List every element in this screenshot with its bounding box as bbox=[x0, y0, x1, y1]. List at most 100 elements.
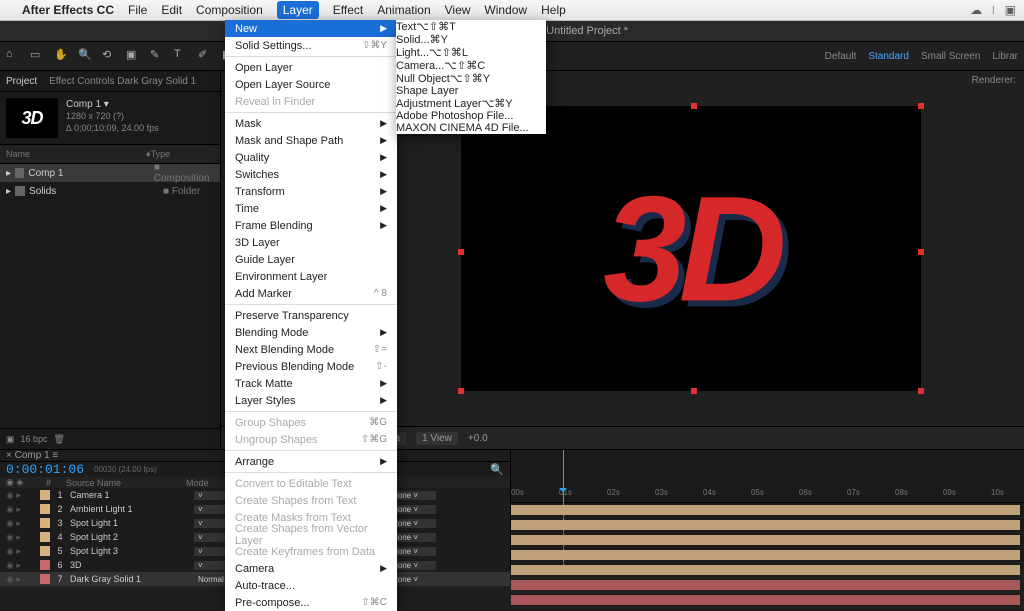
track[interactable] bbox=[511, 548, 1024, 563]
project-item[interactable]: ▸Comp 1■ Composition bbox=[0, 164, 220, 182]
timecode[interactable]: 0:00:01:06 bbox=[6, 462, 84, 477]
menu-edit[interactable]: Edit bbox=[161, 3, 182, 17]
workspace-default[interactable]: Default bbox=[825, 51, 857, 62]
mac-menubar: After Effects CC File Edit Composition Laye… bbox=[0, 0, 1024, 21]
menu-help[interactable]: Help bbox=[541, 3, 566, 17]
submenu-item[interactable]: MAXON CINEMA 4D File... bbox=[396, 122, 546, 134]
3d-artwork: 3D bbox=[603, 162, 779, 335]
pen-tool-icon[interactable]: ✎ bbox=[150, 48, 166, 64]
comp-thumbnail: 3D bbox=[6, 98, 58, 138]
wifi-icon[interactable]: ⧘ bbox=[992, 3, 995, 18]
menu-item[interactable]: Arrange▶ bbox=[225, 453, 397, 470]
track[interactable] bbox=[511, 578, 1024, 593]
battery-icon[interactable]: ▣ bbox=[1005, 3, 1016, 17]
submenu-item[interactable]: Adjustment Layer⌥⌘Y bbox=[396, 97, 546, 110]
menu-item[interactable]: Transform▶ bbox=[225, 183, 397, 200]
cloud-icon[interactable]: ☁︎ bbox=[970, 3, 982, 17]
menu-item[interactable]: Time▶ bbox=[225, 200, 397, 217]
comp-info: Comp 1 ▾ 1280 x 720 (?) ∆ 0;00;10;09, 24… bbox=[66, 98, 159, 138]
workspace-libraries[interactable]: Librar bbox=[992, 51, 1018, 62]
tab-effect-controls[interactable]: Effect Controls Dark Gray Solid 1 bbox=[49, 76, 196, 87]
zoom-tool-icon[interactable]: 🔍 bbox=[78, 48, 94, 64]
menu-item[interactable]: Track Matte▶ bbox=[225, 375, 397, 392]
menu-item[interactable]: Solid Settings...⇧⌘Y bbox=[225, 37, 397, 54]
menu-item[interactable]: Open Layer Source bbox=[225, 76, 397, 93]
submenu-item[interactable]: Camera...⌥⇧⌘C bbox=[396, 59, 546, 72]
text-tool-icon[interactable]: T bbox=[174, 48, 190, 64]
menu-item: Create Keyframes from Data bbox=[225, 543, 397, 560]
submenu-item[interactable]: Solid...⌘Y bbox=[396, 33, 546, 46]
menu-item[interactable]: Switches▶ bbox=[225, 166, 397, 183]
menu-item[interactable]: Mask▶ bbox=[225, 115, 397, 132]
menu-effect[interactable]: Effect bbox=[333, 3, 363, 17]
menu-layer[interactable]: Layer bbox=[277, 1, 319, 19]
menu-item[interactable]: Mask and Shape Path▶ bbox=[225, 132, 397, 149]
track[interactable] bbox=[511, 563, 1024, 578]
brush-tool-icon[interactable]: ✐ bbox=[198, 48, 214, 64]
track[interactable] bbox=[511, 518, 1024, 533]
menu-item[interactable]: Add Marker^ 8 bbox=[225, 285, 397, 302]
hand-tool-icon[interactable]: ✋ bbox=[54, 48, 70, 64]
menu-item[interactable]: Layer Styles▶ bbox=[225, 392, 397, 409]
tab-project[interactable]: Project bbox=[6, 76, 37, 87]
workspace-standard[interactable]: Standard bbox=[868, 51, 909, 62]
menu-composition[interactable]: Composition bbox=[196, 3, 263, 17]
track[interactable] bbox=[511, 533, 1024, 548]
left-panel-tabs: Project Effect Controls Dark Gray Solid … bbox=[0, 71, 220, 92]
project-footer: ▣ 16 bpc 🗑 bbox=[0, 428, 220, 449]
exposure-value[interactable]: +0.0 bbox=[468, 433, 488, 444]
submenu-item[interactable]: Adobe Photoshop File... bbox=[396, 110, 546, 122]
camera-tool-icon[interactable]: ▣ bbox=[126, 48, 142, 64]
timecode-sub: 00030 (24.00 fps) bbox=[94, 465, 157, 474]
submenu-item[interactable]: Shape Layer bbox=[396, 85, 546, 97]
layer-menu-dropdown: New▶Solid Settings...⇧⌘Y Open LayerOpen L… bbox=[225, 20, 397, 611]
menu-item[interactable]: Auto-trace... bbox=[225, 577, 397, 594]
submenu-item[interactable]: Light...⌥⇧⌘L bbox=[396, 46, 546, 59]
menu-item[interactable]: Environment Layer bbox=[225, 268, 397, 285]
bpc-toggle[interactable]: 16 bpc bbox=[21, 434, 48, 444]
tab-timeline[interactable]: × Comp 1 ≡ bbox=[6, 450, 58, 461]
layer-new-submenu: Text⌥⇧⌘TSolid...⌘YLight...⌥⇧⌘LCamera...⌥… bbox=[396, 20, 546, 134]
views-select[interactable]: 1 View bbox=[416, 432, 458, 445]
menu-item[interactable]: New▶ bbox=[225, 20, 397, 37]
menu-item: Reveal in Finder bbox=[225, 93, 397, 110]
menu-view[interactable]: View bbox=[445, 3, 471, 17]
submenu-item[interactable]: Null Object⌥⇧⌘Y bbox=[396, 72, 546, 85]
menu-item: Create Shapes from Vector Layer bbox=[225, 526, 397, 543]
timeline-search-icon[interactable]: 🔍 bbox=[490, 463, 504, 476]
menu-item[interactable]: Pre-compose...⇧⌘C bbox=[225, 594, 397, 611]
project-list-header: Name♦Type bbox=[0, 144, 220, 164]
menu-item[interactable]: Preserve Transparency bbox=[225, 307, 397, 324]
menu-item[interactable]: Previous Blending Mode⇧- bbox=[225, 358, 397, 375]
menu-item[interactable]: Guide Layer bbox=[225, 251, 397, 268]
menubar-right: ☁︎ ⧘ ▣ bbox=[970, 3, 1016, 18]
menu-item[interactable]: 3D Layer bbox=[225, 234, 397, 251]
track[interactable] bbox=[511, 593, 1024, 608]
menu-item[interactable]: Camera▶ bbox=[225, 560, 397, 577]
menu-item: Create Shapes from Text bbox=[225, 492, 397, 509]
menu-item[interactable]: Open Layer bbox=[225, 59, 397, 76]
time-ruler[interactable]: 00s01s02s03s04s05s06s07s08s09s10s bbox=[511, 450, 1024, 503]
renderer-label[interactable]: Renderer: bbox=[972, 75, 1016, 86]
menu-item: Ungroup Shapes⇧⌘G bbox=[225, 431, 397, 448]
menu-item[interactable]: Quality▶ bbox=[225, 149, 397, 166]
trash-icon[interactable]: 🗑 bbox=[54, 434, 65, 445]
menu-item[interactable]: Frame Blending▶ bbox=[225, 217, 397, 234]
folder-icon[interactable]: ▣ bbox=[6, 434, 15, 445]
menu-animation[interactable]: Animation bbox=[377, 3, 430, 17]
submenu-item[interactable]: Text⌥⇧⌘T bbox=[396, 20, 546, 33]
project-item[interactable]: ▸Solids■ Folder bbox=[0, 182, 220, 200]
menu-item: Group Shapes⌘G bbox=[225, 414, 397, 431]
track[interactable] bbox=[511, 503, 1024, 518]
app-name[interactable]: After Effects CC bbox=[22, 3, 114, 17]
timeline-panel: × Comp 1 ≡ 0:00:01:06 00030 (24.00 fps) … bbox=[0, 449, 1024, 570]
menu-file[interactable]: File bbox=[128, 3, 147, 17]
comp-stage[interactable]: 3D bbox=[461, 106, 921, 391]
menu-window[interactable]: Window bbox=[484, 3, 527, 17]
rotate-tool-icon[interactable]: ⟲ bbox=[102, 48, 118, 64]
selection-tool-icon[interactable]: ▭ bbox=[30, 48, 46, 64]
menu-item[interactable]: Next Blending Mode⇧= bbox=[225, 341, 397, 358]
home-icon[interactable]: ⌂ bbox=[6, 48, 22, 64]
menu-item[interactable]: Blending Mode▶ bbox=[225, 324, 397, 341]
workspace-small[interactable]: Small Screen bbox=[921, 51, 980, 62]
